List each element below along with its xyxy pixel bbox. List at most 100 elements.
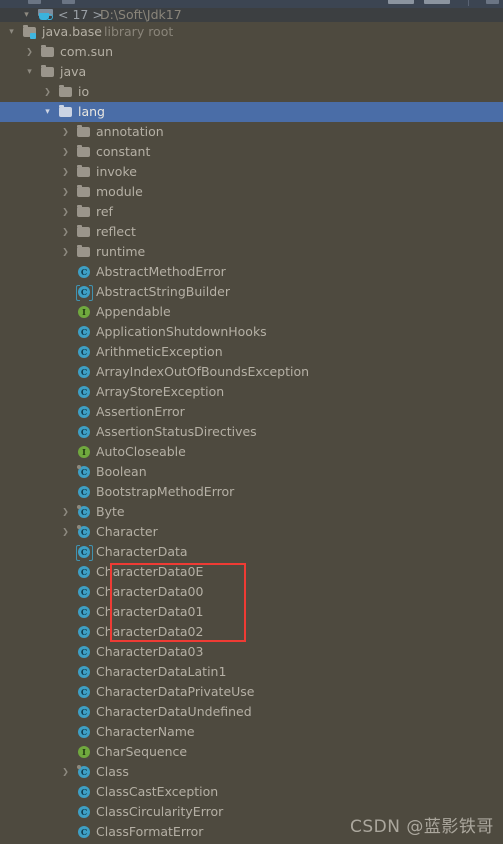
project-tree[interactable]: ▾ < 17 > D:\Soft\Jdk17 ▾ java.base library… bbox=[0, 8, 503, 844]
class-icon: C bbox=[76, 622, 92, 642]
tree-row[interactable]: ❯ invoke bbox=[0, 162, 503, 182]
tree-row[interactable]: ❯ io bbox=[0, 82, 503, 102]
tree-row[interactable]: C CharacterData bbox=[0, 542, 503, 562]
chevron-right-icon[interactable]: ❯ bbox=[60, 522, 71, 542]
chevron-right-icon[interactable]: ❯ bbox=[60, 502, 71, 522]
class-icon: C bbox=[76, 562, 92, 582]
tree-row-label: Byte bbox=[96, 504, 125, 519]
tree-row[interactable]: C ArrayStoreException bbox=[0, 382, 503, 402]
tree-row[interactable]: C CharacterData02 bbox=[0, 622, 503, 642]
class-icon: C bbox=[76, 422, 92, 442]
tree-row[interactable]: C AbstractStringBuilder bbox=[0, 282, 503, 302]
chevron-right-icon[interactable]: ❯ bbox=[24, 42, 35, 62]
tree-row-label: ClassCastException bbox=[96, 784, 219, 799]
tree-row[interactable]: ❯ ref bbox=[0, 202, 503, 222]
chevron-right-icon[interactable]: ❯ bbox=[42, 82, 53, 102]
tree-row-jdk[interactable]: ▾ < 17 > D:\Soft\Jdk17 bbox=[0, 8, 503, 22]
tree-row[interactable]: ❯ module bbox=[0, 182, 503, 202]
tree-row-label: CharSequence bbox=[96, 744, 188, 759]
tree-row-label: invoke bbox=[96, 164, 137, 179]
tree-row[interactable]: C AssertionStatusDirectives bbox=[0, 422, 503, 442]
tree-row-label: ArrayIndexOutOfBoundsException bbox=[96, 364, 310, 379]
tree-row[interactable]: C AssertionError bbox=[0, 402, 503, 422]
tree-row[interactable]: ❯ C Byte bbox=[0, 502, 503, 522]
chevron-right-icon[interactable]: ❯ bbox=[60, 762, 71, 782]
tree-row[interactable]: C ApplicationShutdownHooks bbox=[0, 322, 503, 342]
tree-row-label: AbstractStringBuilder bbox=[96, 284, 230, 299]
tree-row[interactable]: I Appendable bbox=[0, 302, 503, 322]
tree-row[interactable]: ❯ C Class bbox=[0, 762, 503, 782]
class-icon: C bbox=[76, 722, 92, 742]
tree-row-label: ApplicationShutdownHooks bbox=[96, 324, 267, 339]
class-icon: C bbox=[76, 582, 92, 602]
chevron-right-icon[interactable]: ❯ bbox=[60, 202, 71, 222]
tree-row[interactable]: ❯ annotation bbox=[0, 122, 503, 142]
tree-row-label: io bbox=[78, 84, 90, 99]
chevron-down-icon[interactable]: ▾ bbox=[42, 102, 53, 122]
tree-row-label: AutoCloseable bbox=[96, 444, 186, 459]
tree-row[interactable]: C Boolean bbox=[0, 462, 503, 482]
chevron-right-icon[interactable]: ❯ bbox=[60, 142, 71, 162]
folder-icon bbox=[40, 42, 56, 62]
tree-row-sublabel: library root bbox=[104, 24, 174, 39]
toolbar-icon-4[interactable] bbox=[424, 0, 450, 4]
tree-row-label: CharacterData03 bbox=[96, 644, 204, 659]
chevron-right-icon[interactable]: ❯ bbox=[60, 182, 71, 202]
class-icon: C bbox=[76, 642, 92, 662]
folder-icon bbox=[58, 82, 74, 102]
tree-row[interactable]: C CharacterData00 bbox=[0, 582, 503, 602]
tree-row[interactable]: ❯ com.sun bbox=[0, 42, 503, 62]
tree-row[interactable]: C ClassCastException bbox=[0, 782, 503, 802]
tree-row[interactable]: C CharacterDataLatin1 bbox=[0, 662, 503, 682]
chevron-right-icon[interactable]: ❯ bbox=[60, 122, 71, 142]
class-icon: C bbox=[76, 802, 92, 822]
tree-row[interactable]: ❯ C Character bbox=[0, 522, 503, 542]
library-root-folder-icon bbox=[22, 22, 38, 42]
tree-row-label: BootstrapMethodError bbox=[96, 484, 235, 499]
tree-row[interactable]: C CharacterDataUndefined bbox=[0, 702, 503, 722]
tree-row[interactable]: ❯ constant bbox=[0, 142, 503, 162]
class-icon: C bbox=[76, 342, 92, 362]
tree-row[interactable]: C CharacterData03 bbox=[0, 642, 503, 662]
tree-row-label: runtime bbox=[96, 244, 146, 259]
tree-row-path: D:\Soft\Jdk17 bbox=[100, 7, 182, 22]
toolbar-icon-2[interactable] bbox=[62, 0, 75, 4]
watermark-text: CSDN @蓝影铁哥 bbox=[350, 817, 494, 837]
tree-row-label: module bbox=[96, 184, 143, 199]
chevron-down-icon[interactable]: ▾ bbox=[24, 62, 35, 82]
chevron-down-icon[interactable]: ▾ bbox=[6, 22, 17, 42]
tree-row[interactable]: C BootstrapMethodError bbox=[0, 482, 503, 502]
class-icon: C bbox=[76, 662, 92, 682]
class-icon: C bbox=[76, 782, 92, 802]
tree-row[interactable]: ❯ reflect bbox=[0, 222, 503, 242]
tree-row[interactable]: C ArrayIndexOutOfBoundsException bbox=[0, 362, 503, 382]
tree-row[interactable]: I AutoCloseable bbox=[0, 442, 503, 462]
tree-row[interactable]: C CharacterData0E bbox=[0, 562, 503, 582]
toolbar-icon-5[interactable] bbox=[486, 0, 499, 4]
tree-row-label: CharacterDataUndefined bbox=[96, 704, 252, 719]
tree-row[interactable]: ❯ runtime bbox=[0, 242, 503, 262]
class-icon: C bbox=[76, 362, 92, 382]
folder-icon bbox=[76, 202, 92, 222]
chevron-right-icon[interactable]: ❯ bbox=[60, 162, 71, 182]
chevron-right-icon[interactable]: ❯ bbox=[60, 222, 71, 242]
tree-row[interactable]: C CharacterData01 bbox=[0, 602, 503, 622]
tree-row[interactable]: C ArithmeticException bbox=[0, 342, 503, 362]
tree-row-label: java.base bbox=[42, 24, 102, 39]
tree-row[interactable]: ▾ java.base library root bbox=[0, 22, 503, 42]
toolbar-icon-3[interactable] bbox=[388, 0, 414, 4]
tree-row[interactable]: C CharacterDataPrivateUse bbox=[0, 682, 503, 702]
interface-icon: I bbox=[76, 742, 92, 762]
class-icon: C bbox=[76, 602, 92, 622]
tree-row[interactable]: I CharSequence bbox=[0, 742, 503, 762]
final-class-icon: C bbox=[76, 522, 92, 542]
chevron-right-icon[interactable]: ❯ bbox=[60, 242, 71, 262]
tree-row[interactable]: ▾ java bbox=[0, 62, 503, 82]
folder-icon bbox=[76, 122, 92, 142]
toolbar-icon-1[interactable] bbox=[28, 0, 41, 4]
tree-row[interactable]: C AbstractMethodError bbox=[0, 262, 503, 282]
class-icon: C bbox=[76, 682, 92, 702]
abstract-class-icon: C bbox=[76, 542, 93, 562]
tree-row[interactable]: ▾ lang bbox=[0, 102, 503, 122]
tree-row[interactable]: C CharacterName bbox=[0, 722, 503, 742]
